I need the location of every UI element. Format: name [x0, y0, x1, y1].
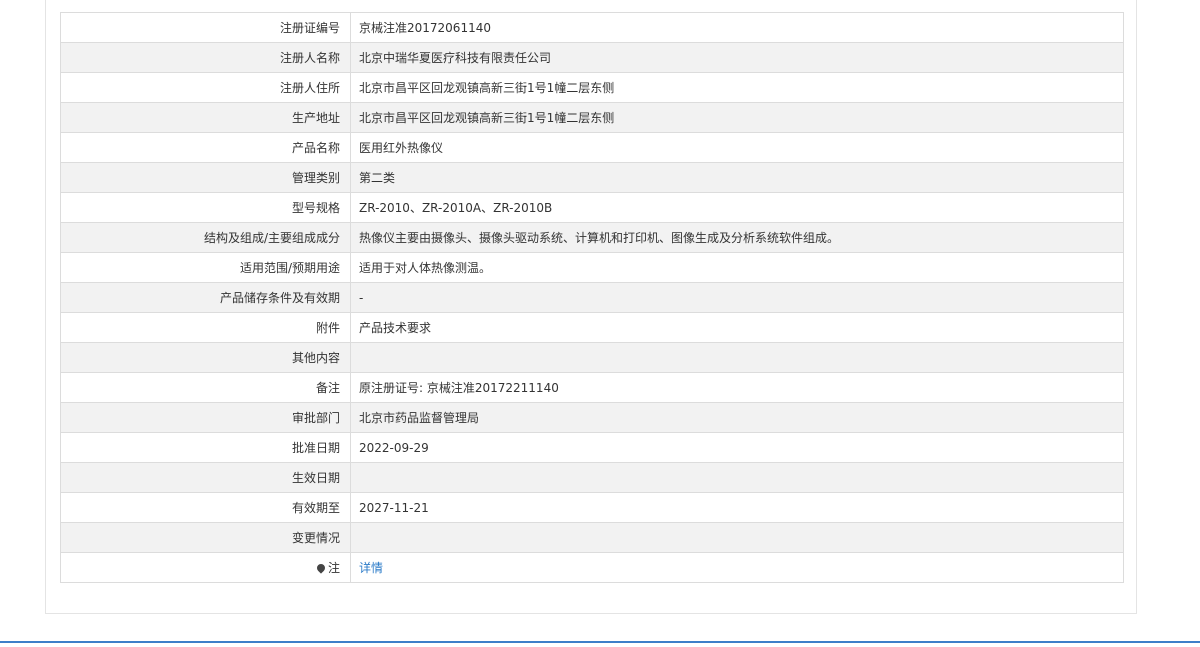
details-link[interactable]: 详情	[359, 561, 383, 575]
field-value-product-name: 医用红外热像仪	[350, 132, 1124, 163]
field-label-effective-date: 生效日期	[60, 462, 351, 493]
field-value-registrant-name: 北京中瑞华夏医疗科技有限责任公司	[350, 42, 1124, 73]
field-label-approval-department: 审批部门	[60, 402, 351, 433]
field-value-remarks: 原注册证号: 京械注准20172211140	[350, 372, 1124, 403]
field-value-storage-validity: -	[350, 282, 1124, 313]
field-label-production-address: 生产地址	[60, 102, 351, 133]
field-value-attachment: 产品技术要求	[350, 312, 1124, 343]
table-row: 产品名称 医用红外热像仪	[60, 132, 1124, 163]
table-row: 附件 产品技术要求	[60, 312, 1124, 343]
field-value-other-content	[350, 342, 1124, 373]
field-label-registrant-address: 注册人住所	[60, 72, 351, 103]
page: 注册证编号 京械注准20172061140 注册人名称 北京中瑞华夏医疗科技有限…	[0, 0, 1200, 647]
field-label-valid-until: 有效期至	[60, 492, 351, 523]
field-value-registration-number: 京械注准20172061140	[350, 12, 1124, 43]
table-row: 变更情况	[60, 522, 1124, 553]
table-row: 注册证编号 京械注准20172061140	[60, 12, 1124, 43]
field-label-note: 注	[60, 552, 351, 583]
field-value-structure-composition: 热像仪主要由摄像头、摄像头驱动系统、计算机和打印机、图像生成及分析系统软件组成。	[350, 222, 1124, 253]
field-value-change-status	[350, 522, 1124, 553]
table-row: 适用范围/预期用途 适用于对人体热像测温。	[60, 252, 1124, 283]
table-row: 批准日期 2022-09-29	[60, 432, 1124, 463]
table-row: 型号规格 ZR-2010、ZR-2010A、ZR-2010B	[60, 192, 1124, 223]
field-label-registration-number: 注册证编号	[60, 12, 351, 43]
field-value-management-category: 第二类	[350, 162, 1124, 193]
field-label-attachment: 附件	[60, 312, 351, 343]
map-pin-icon	[315, 562, 327, 574]
footer-divider	[0, 641, 1200, 643]
detail-panel: 注册证编号 京械注准20172061140 注册人名称 北京中瑞华夏医疗科技有限…	[45, 0, 1137, 614]
field-label-structure-composition: 结构及组成/主要组成成分	[60, 222, 351, 253]
field-value-effective-date	[350, 462, 1124, 493]
table-row: 结构及组成/主要组成成分 热像仪主要由摄像头、摄像头驱动系统、计算机和打印机、图…	[60, 222, 1124, 253]
table-row: 审批部门 北京市药品监督管理局	[60, 402, 1124, 433]
field-label-other-content: 其他内容	[60, 342, 351, 373]
field-value-note: 详情	[350, 552, 1124, 583]
note-label-text: 注	[327, 561, 340, 575]
field-label-change-status: 变更情况	[60, 522, 351, 553]
table-row: 产品储存条件及有效期 -	[60, 282, 1124, 313]
registration-detail-table: 注册证编号 京械注准20172061140 注册人名称 北京中瑞华夏医疗科技有限…	[60, 12, 1124, 583]
table-row: 注册人名称 北京中瑞华夏医疗科技有限责任公司	[60, 42, 1124, 73]
field-label-model-spec: 型号规格	[60, 192, 351, 223]
field-value-intended-use: 适用于对人体热像测温。	[350, 252, 1124, 283]
field-value-approval-date: 2022-09-29	[350, 432, 1124, 463]
field-label-intended-use: 适用范围/预期用途	[60, 252, 351, 283]
field-label-approval-date: 批准日期	[60, 432, 351, 463]
field-value-registrant-address: 北京市昌平区回龙观镇高新三街1号1幢二层东侧	[350, 72, 1124, 103]
field-label-registrant-name: 注册人名称	[60, 42, 351, 73]
field-label-management-category: 管理类别	[60, 162, 351, 193]
field-value-model-spec: ZR-2010、ZR-2010A、ZR-2010B	[350, 192, 1124, 223]
table-row: 其他内容	[60, 342, 1124, 373]
field-label-storage-validity: 产品储存条件及有效期	[60, 282, 351, 313]
field-label-remarks: 备注	[60, 372, 351, 403]
table-row: 生产地址 北京市昌平区回龙观镇高新三街1号1幢二层东侧	[60, 102, 1124, 133]
field-value-valid-until: 2027-11-21	[350, 492, 1124, 523]
field-label-product-name: 产品名称	[60, 132, 351, 163]
table-row: 生效日期	[60, 462, 1124, 493]
table-row: 注册人住所 北京市昌平区回龙观镇高新三街1号1幢二层东侧	[60, 72, 1124, 103]
field-value-approval-department: 北京市药品监督管理局	[350, 402, 1124, 433]
table-row: 有效期至 2027-11-21	[60, 492, 1124, 523]
table-row: 管理类别 第二类	[60, 162, 1124, 193]
table-row: 注 详情	[60, 552, 1124, 583]
field-value-production-address: 北京市昌平区回龙观镇高新三街1号1幢二层东侧	[350, 102, 1124, 133]
table-row: 备注 原注册证号: 京械注准20172211140	[60, 372, 1124, 403]
